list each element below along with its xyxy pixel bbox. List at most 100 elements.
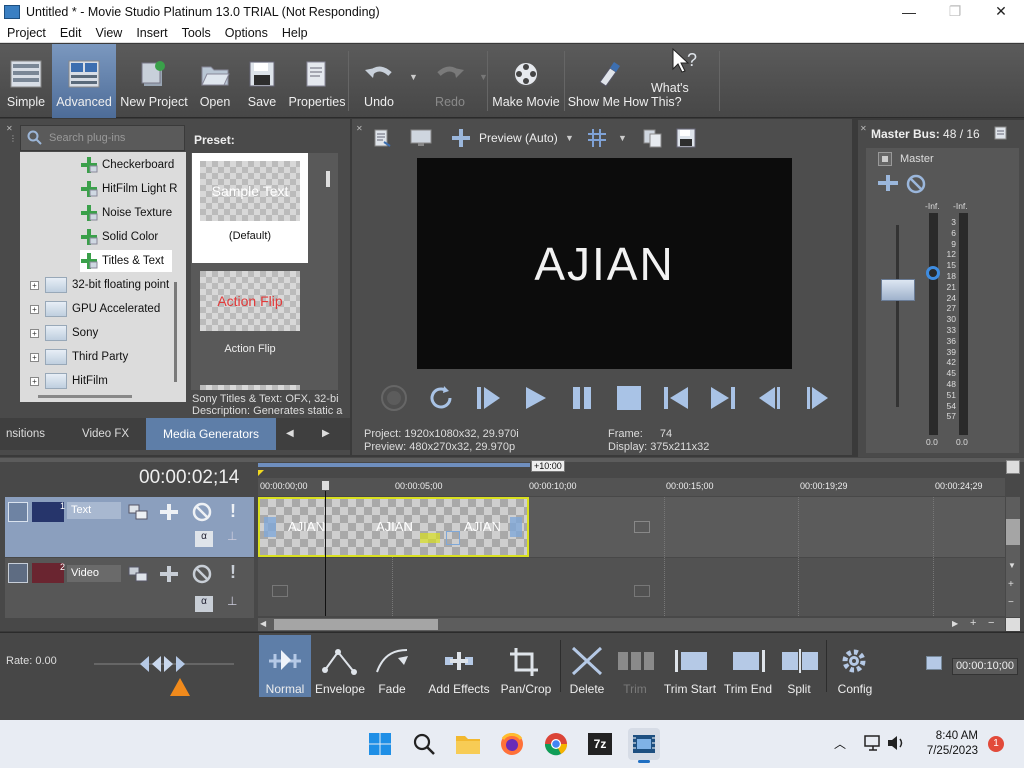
clip-start-handle[interactable] — [264, 517, 276, 537]
file-explorer-button[interactable] — [452, 728, 484, 760]
record-button[interactable] — [370, 380, 417, 416]
envelope-edit-tool[interactable]: Envelope — [313, 636, 367, 696]
track-motion-icon[interactable] — [127, 503, 149, 524]
tab-video-fx[interactable]: Video FX — [82, 428, 129, 440]
maximize-button[interactable]: ❐ — [932, 0, 978, 23]
split-screen-icon[interactable] — [450, 128, 472, 151]
taskbar-clock[interactable]: 8:40 AM 7/25/2023 — [918, 729, 978, 759]
panel-grip-icon[interactable]: ⋮ — [9, 134, 17, 143]
playhead-handle[interactable] — [321, 480, 330, 491]
delete-button[interactable]: Delete — [566, 636, 608, 696]
h-scroll-thumb[interactable] — [274, 619, 438, 630]
make-movie-button[interactable]: Make Movie — [488, 44, 564, 118]
tree-item-checkerboard[interactable]: Checkerboard — [80, 154, 174, 176]
play-icon[interactable] — [511, 380, 558, 416]
volume-icon[interactable] — [886, 734, 906, 755]
7zip-button[interactable]: 7z — [584, 728, 616, 760]
menu-project[interactable]: Project — [0, 26, 53, 40]
go-to-start-icon[interactable] — [652, 380, 699, 416]
zoom-out-time-icon[interactable]: − — [988, 617, 994, 629]
track-lane-video[interactable] — [258, 558, 1005, 616]
track-mute-icon[interactable] — [191, 563, 213, 588]
trim-end-button[interactable]: Trim End — [722, 636, 774, 696]
taskbar-search-button[interactable] — [408, 728, 440, 760]
track-level-icon[interactable]: ⊥ — [227, 594, 237, 608]
split-button[interactable]: Split — [779, 636, 819, 696]
tree-folder-third-party[interactable]: + Third Party — [30, 346, 128, 368]
mixer-close-icon[interactable]: ✕ — [860, 124, 867, 133]
track-level-icon[interactable]: ⊥ — [227, 529, 237, 543]
previous-frame-icon[interactable] — [746, 380, 793, 416]
master-fx-icon[interactable] — [878, 152, 892, 166]
chevron-up-icon[interactable]: ︿ — [834, 735, 846, 752]
timeline-v-scrollbar[interactable]: ▼ + − — [1006, 497, 1020, 617]
loop-start-marker[interactable] — [258, 470, 264, 476]
pan-crop-button[interactable]: Pan/Crop — [498, 636, 554, 696]
menu-options[interactable]: Options — [218, 26, 275, 40]
text-event-clip[interactable]: AJIAN AJIAN AJIAN — [258, 497, 529, 557]
timeline-ruler[interactable]: 00:00:00;00 00:00:05;00 00:00:10;00 00:0… — [258, 478, 1005, 496]
external-monitor-icon[interactable] — [410, 128, 432, 151]
tab-media-generators[interactable]: Media Generators — [146, 418, 276, 450]
copy-snapshot-icon[interactable] — [642, 128, 664, 151]
panel-close-icon[interactable]: ✕ — [6, 124, 13, 133]
go-to-end-icon[interactable] — [699, 380, 746, 416]
loop-region-bar[interactable] — [258, 463, 530, 467]
track-solo-icon[interactable]: ! — [230, 562, 236, 583]
timeline-h-scrollbar[interactable]: ◀ ▶ + − — [258, 617, 1005, 631]
alpha-composite-icon[interactable]: α — [195, 531, 213, 547]
firefox-button[interactable] — [496, 728, 528, 760]
track-header-video[interactable]: 2 Video ! α ⊥ — [5, 558, 254, 618]
tree-scrollbar[interactable] — [174, 282, 177, 382]
tab-prev-icon[interactable]: ◀ — [286, 428, 294, 439]
new-event-duration-field[interactable]: 00:00:10;00 — [952, 658, 1018, 675]
trim-start-button[interactable]: Trim Start — [662, 636, 718, 696]
menu-help[interactable]: Help — [275, 26, 315, 40]
playhead-cursor[interactable] — [325, 480, 326, 616]
expand-icon[interactable]: + — [30, 328, 39, 338]
search-plugins-input[interactable]: Search plug-ins — [20, 125, 185, 151]
master-pan-icon[interactable] — [876, 173, 900, 196]
fade-tool[interactable]: Fade — [369, 636, 415, 696]
open-button[interactable]: Open — [192, 44, 238, 118]
add-effects-button[interactable]: Add Effects — [426, 636, 492, 696]
tree-item-noise-texture[interactable]: Noise Texture — [80, 202, 172, 224]
track-solo-icon[interactable]: ! — [230, 501, 236, 522]
track-name-field[interactable]: Video — [67, 565, 121, 582]
preset-default[interactable]: Sample Text (Default) — [192, 153, 308, 263]
zoom-in-track-icon[interactable]: + — [1008, 579, 1014, 590]
scroll-left-icon[interactable]: ◀ — [260, 619, 266, 628]
redo-button[interactable]: Redo — [421, 44, 479, 118]
rate-slider-handle[interactable] — [140, 654, 186, 677]
mixer-properties-icon[interactable] — [993, 125, 1009, 144]
chevron-down-icon[interactable]: ▼ — [618, 133, 627, 143]
new-project-button[interactable]: New Project — [116, 44, 192, 118]
tree-folder-32bit[interactable]: + 32-bit floating point — [30, 274, 169, 296]
zoom-tool-icon[interactable] — [1006, 618, 1020, 631]
event-fx-icon[interactable] — [420, 533, 440, 543]
menu-view[interactable]: View — [88, 26, 129, 40]
tab-transitions[interactable]: nsitions — [6, 428, 45, 440]
expand-icon[interactable]: + — [30, 352, 39, 362]
undo-button[interactable]: Undo — [349, 44, 409, 118]
config-button[interactable]: Config — [834, 636, 876, 696]
tree-folder-hitfilm[interactable]: + HitFilm — [30, 370, 108, 392]
zoom-in-time-icon[interactable]: + — [970, 617, 976, 629]
zoom-out-track-icon[interactable]: − — [1008, 597, 1014, 608]
properties-button[interactable]: Properties — [286, 44, 348, 118]
menu-insert[interactable]: Insert — [129, 26, 174, 40]
track-motion-icon[interactable] — [127, 565, 149, 586]
clip-end-handle[interactable] — [510, 517, 522, 537]
tree-folder-gpu[interactable]: + GPU Accelerated — [30, 298, 160, 320]
simple-button[interactable]: Simple — [0, 44, 52, 118]
play-from-start-icon[interactable] — [464, 380, 511, 416]
whats-this-button[interactable]: ? What's This? — [651, 44, 719, 118]
preview-quality-dropdown[interactable]: Preview (Auto) — [479, 131, 558, 145]
loop-playback-icon[interactable] — [417, 380, 464, 416]
tree-item-hitfilm-light[interactable]: HitFilm Light R — [80, 178, 177, 200]
show-me-how-button[interactable]: Show Me How — [565, 44, 651, 118]
close-button[interactable]: ✕ — [978, 0, 1024, 23]
track-header-text[interactable]: 1 Text ! α ⊥ — [5, 497, 254, 557]
stop-icon[interactable] — [605, 380, 652, 416]
track-expand-icon[interactable] — [8, 563, 28, 583]
